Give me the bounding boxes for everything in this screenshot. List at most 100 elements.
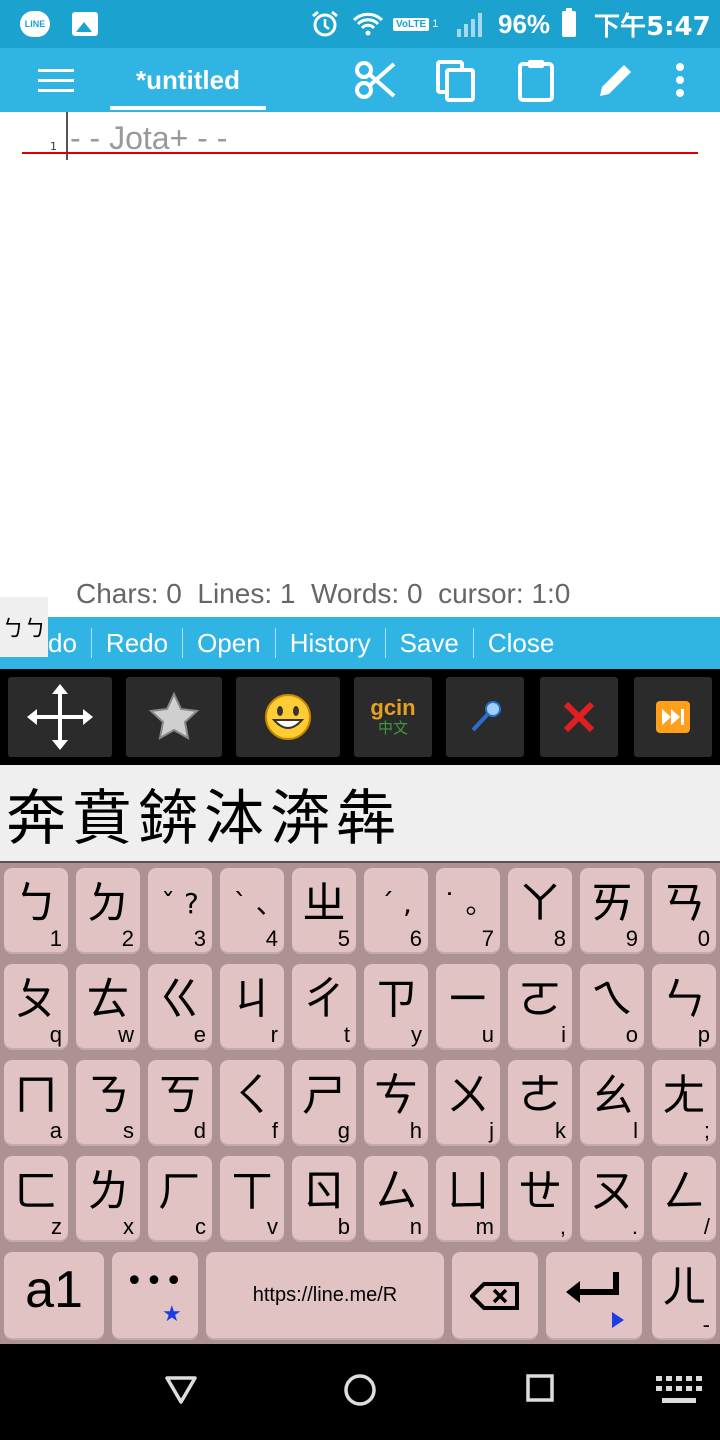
key-t[interactable]: ㄊw — [76, 964, 140, 1050]
space-key[interactable]: https://line.me/R — [206, 1252, 444, 1340]
key-ang[interactable]: ㄤ; — [652, 1060, 716, 1146]
next-track-button[interactable] — [634, 677, 712, 757]
favorites-button[interactable] — [126, 677, 222, 757]
voice-input-button[interactable] — [446, 677, 524, 757]
image-notification-icon — [72, 0, 98, 48]
key-label: ㄡ — [590, 1166, 634, 1217]
tab-untitled[interactable]: *untitled — [110, 48, 266, 112]
cut-icon[interactable] — [352, 56, 400, 104]
key-sub-label: y — [411, 1022, 422, 1047]
key-sub-label: p — [697, 1022, 710, 1047]
bopomofo-keyboard: ㄅ1 ㄉ2 ˇ ? 3 ˋ ､ 4 ㄓ5 ˊ , 6 ˙ 。 7 ㄚ8 ㄞ9 ㄢ0 ㄆq… — [0, 863, 720, 1344]
candidate-item[interactable]: 錛 — [138, 770, 198, 857]
key-x[interactable]: ㄒv — [220, 1156, 284, 1242]
key-label: ㄏ — [158, 1166, 202, 1217]
fast-forward-icon — [656, 701, 690, 733]
key-tone-5[interactable]: ˙ 。 7 — [436, 868, 500, 954]
key-ei[interactable]: ㄟo — [580, 964, 644, 1050]
key-sub-label: i — [561, 1022, 566, 1047]
candidate-item[interactable]: 渀 — [270, 770, 330, 857]
copy-icon[interactable] — [432, 56, 480, 104]
paste-icon[interactable] — [512, 56, 560, 104]
key-m[interactable]: ㄇa — [4, 1060, 68, 1146]
key-ao[interactable]: ㄠl — [580, 1060, 644, 1146]
alarm-icon — [310, 0, 340, 48]
key-d[interactable]: ㄉ2 — [76, 868, 140, 954]
key-e[interactable]: ㄜk — [508, 1060, 572, 1146]
text-editor[interactable]: 1 - - Jota+ - - Chars: 0 Lines: 1 Words:… — [0, 112, 720, 617]
key-sh[interactable]: ㄕg — [292, 1060, 356, 1146]
save-button[interactable]: Save — [386, 628, 474, 658]
key-a[interactable]: ㄚ8 — [508, 868, 572, 954]
key-z[interactable]: ㄗy — [364, 964, 428, 1050]
key-label: ㄠ — [590, 1070, 634, 1121]
ime-mode-indicator[interactable]: ㄅㄅ — [0, 597, 48, 657]
menu-icon[interactable] — [38, 69, 74, 93]
key-p[interactable]: ㄆq — [4, 964, 68, 1050]
line-notification-icon: LINE — [20, 0, 50, 48]
key-o[interactable]: ㄛi — [508, 964, 572, 1050]
keyboard-switch-icon[interactable] — [654, 1374, 702, 1412]
key-en[interactable]: ㄣp — [652, 964, 716, 1050]
key-ai[interactable]: ㄞ9 — [580, 868, 644, 954]
key-ch[interactable]: ㄔt — [292, 964, 356, 1050]
key-sub-label: u — [481, 1022, 494, 1047]
key-k[interactable]: ㄎd — [148, 1060, 212, 1146]
more-symbols-key[interactable]: ••• ★ — [112, 1252, 198, 1340]
backspace-key[interactable] — [452, 1252, 538, 1340]
mode-switch-key[interactable]: a1 — [4, 1252, 104, 1340]
recents-icon[interactable] — [524, 1372, 556, 1408]
key-c[interactable]: ㄘh — [364, 1060, 428, 1146]
emoji-button[interactable] — [236, 677, 340, 757]
tab-indicator — [110, 106, 266, 110]
key-q[interactable]: ㄑf — [220, 1060, 284, 1146]
key-f[interactable]: ㄈz — [4, 1156, 68, 1242]
key-label: ㄍ — [158, 974, 202, 1025]
key-sub-label: c — [195, 1214, 206, 1239]
key-label: ㄒ — [230, 1166, 274, 1217]
home-icon[interactable] — [342, 1372, 378, 1412]
edit-pencil-icon[interactable] — [592, 56, 640, 104]
open-button[interactable]: Open — [183, 628, 276, 658]
key-tone-4[interactable]: ˋ ､ 4 — [220, 868, 284, 954]
candidate-item[interactable]: 賁 — [72, 770, 132, 857]
key-l[interactable]: ㄌx — [76, 1156, 140, 1242]
key-u[interactable]: ㄨj — [436, 1060, 500, 1146]
key-s[interactable]: ㄙn — [364, 1156, 428, 1242]
battery-icon — [562, 0, 576, 48]
key-tone-3[interactable]: ˇ ? 3 — [148, 868, 212, 954]
key-zh[interactable]: ㄓ5 — [292, 868, 356, 954]
key-eng[interactable]: ㄥ / — [652, 1156, 716, 1242]
key-sub-label: b — [337, 1214, 350, 1239]
key-eh[interactable]: ㄝ, — [508, 1156, 572, 1242]
key-j[interactable]: ㄐr — [220, 964, 284, 1050]
candidate-item[interactable]: 犇 — [336, 770, 396, 857]
key-sub-label: 2 — [121, 926, 134, 951]
candidate-item[interactable]: 奔 — [6, 770, 66, 857]
key-label: ㄟ — [590, 974, 634, 1025]
move-cursor-button[interactable] — [8, 677, 112, 757]
key-h[interactable]: ㄏc — [148, 1156, 212, 1242]
candidate-item[interactable]: 泍 — [204, 770, 264, 857]
history-button[interactable]: History — [276, 628, 386, 658]
key-tone-2[interactable]: ˊ , 6 — [364, 868, 428, 954]
key-i[interactable]: ㄧu — [436, 964, 500, 1050]
key-label: ㄇ — [14, 1070, 58, 1121]
blue-arrow-icon — [612, 1312, 624, 1328]
key-r[interactable]: ㄖb — [292, 1156, 356, 1242]
key-an[interactable]: ㄢ0 — [652, 868, 716, 954]
close-button[interactable]: Close — [474, 628, 568, 658]
close-keyboard-button[interactable] — [540, 677, 618, 757]
redo-button[interactable]: Redo — [92, 628, 184, 658]
key-b[interactable]: ㄅ1 — [4, 868, 68, 954]
key-n[interactable]: ㄋs — [76, 1060, 140, 1146]
gcin-settings-button[interactable]: gcin 中文 — [354, 677, 432, 757]
key-g[interactable]: ㄍe — [148, 964, 212, 1050]
key-yu[interactable]: ㄩm — [436, 1156, 500, 1242]
back-icon[interactable] — [164, 1372, 198, 1410]
key-er[interactable]: ㄦ - — [652, 1252, 716, 1340]
key-label: ㄘ — [374, 1070, 418, 1121]
key-ou[interactable]: ㄡ. — [580, 1156, 644, 1242]
enter-key[interactable] — [546, 1252, 642, 1340]
overflow-menu-icon[interactable] — [656, 56, 704, 104]
